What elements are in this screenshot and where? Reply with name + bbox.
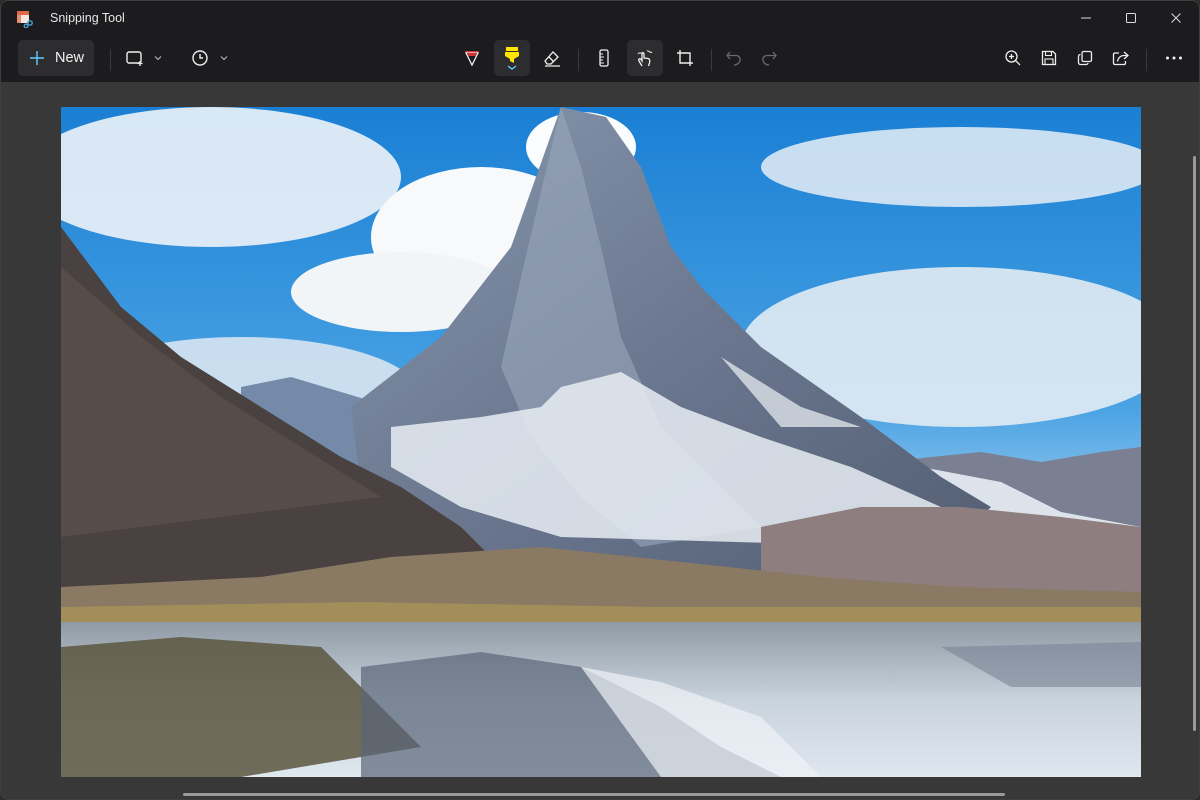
more-options-button[interactable] <box>1156 40 1192 76</box>
snip-canvas[interactable] <box>1 82 1199 799</box>
vertical-scrollbar[interactable] <box>1193 156 1196 731</box>
toolbar-separator <box>1146 49 1147 71</box>
plus-icon <box>30 51 44 65</box>
ruler-icon <box>599 49 609 67</box>
highlighter-button[interactable] <box>494 40 530 76</box>
more-icon <box>1166 56 1182 60</box>
redo-icon <box>762 51 777 66</box>
new-snip-button[interactable]: New <box>18 40 94 76</box>
eraser-icon <box>544 51 560 67</box>
share-icon <box>1112 51 1129 66</box>
captured-screenshot-image[interactable] <box>61 107 1141 777</box>
save-button[interactable] <box>1031 40 1067 76</box>
minimize-icon <box>1081 17 1091 19</box>
close-icon <box>1171 13 1181 23</box>
pen-icon <box>464 51 480 67</box>
save-icon <box>1041 50 1057 66</box>
maximize-button[interactable] <box>1108 1 1154 35</box>
zoom-in-icon <box>1005 50 1021 66</box>
clock-icon <box>192 50 208 66</box>
zoom-button[interactable] <box>995 40 1031 76</box>
undo-icon <box>726 51 741 66</box>
share-button[interactable] <box>1103 40 1139 76</box>
crop-icon <box>677 50 693 66</box>
new-button-label: New <box>55 50 85 66</box>
horizontal-scrollbar[interactable] <box>183 793 1005 796</box>
minimize-button[interactable] <box>1063 1 1109 35</box>
snipping-tool-app-icon <box>16 10 34 28</box>
snipping-mode-button[interactable] <box>119 40 169 76</box>
snipping-tool-window: Snipping Tool New <box>0 0 1200 800</box>
maximize-icon <box>1126 13 1136 23</box>
highlighter-icon <box>505 47 519 70</box>
toolbar-separator <box>110 49 111 71</box>
delay-button[interactable] <box>185 40 235 76</box>
toolbar: New <box>1 35 1199 82</box>
toolbar-separator <box>711 49 712 71</box>
ballpoint-pen-button[interactable] <box>454 40 490 76</box>
rectangle-snip-icon <box>126 51 143 66</box>
touch-writing-icon <box>637 50 653 67</box>
chevron-down-icon <box>154 56 162 61</box>
undo-button[interactable] <box>716 40 752 76</box>
ruler-button[interactable] <box>586 40 622 76</box>
toolbar-separator <box>578 49 579 71</box>
title-bar[interactable]: Snipping Tool <box>1 1 1199 35</box>
redo-button[interactable] <box>751 40 787 76</box>
crop-button[interactable] <box>667 40 703 76</box>
close-button[interactable] <box>1153 1 1199 35</box>
eraser-button[interactable] <box>534 40 570 76</box>
chevron-down-icon <box>220 56 228 61</box>
touch-writing-button[interactable] <box>627 40 663 76</box>
copy-button[interactable] <box>1067 40 1103 76</box>
window-title: Snipping Tool <box>50 11 125 25</box>
copy-icon <box>1077 50 1093 66</box>
